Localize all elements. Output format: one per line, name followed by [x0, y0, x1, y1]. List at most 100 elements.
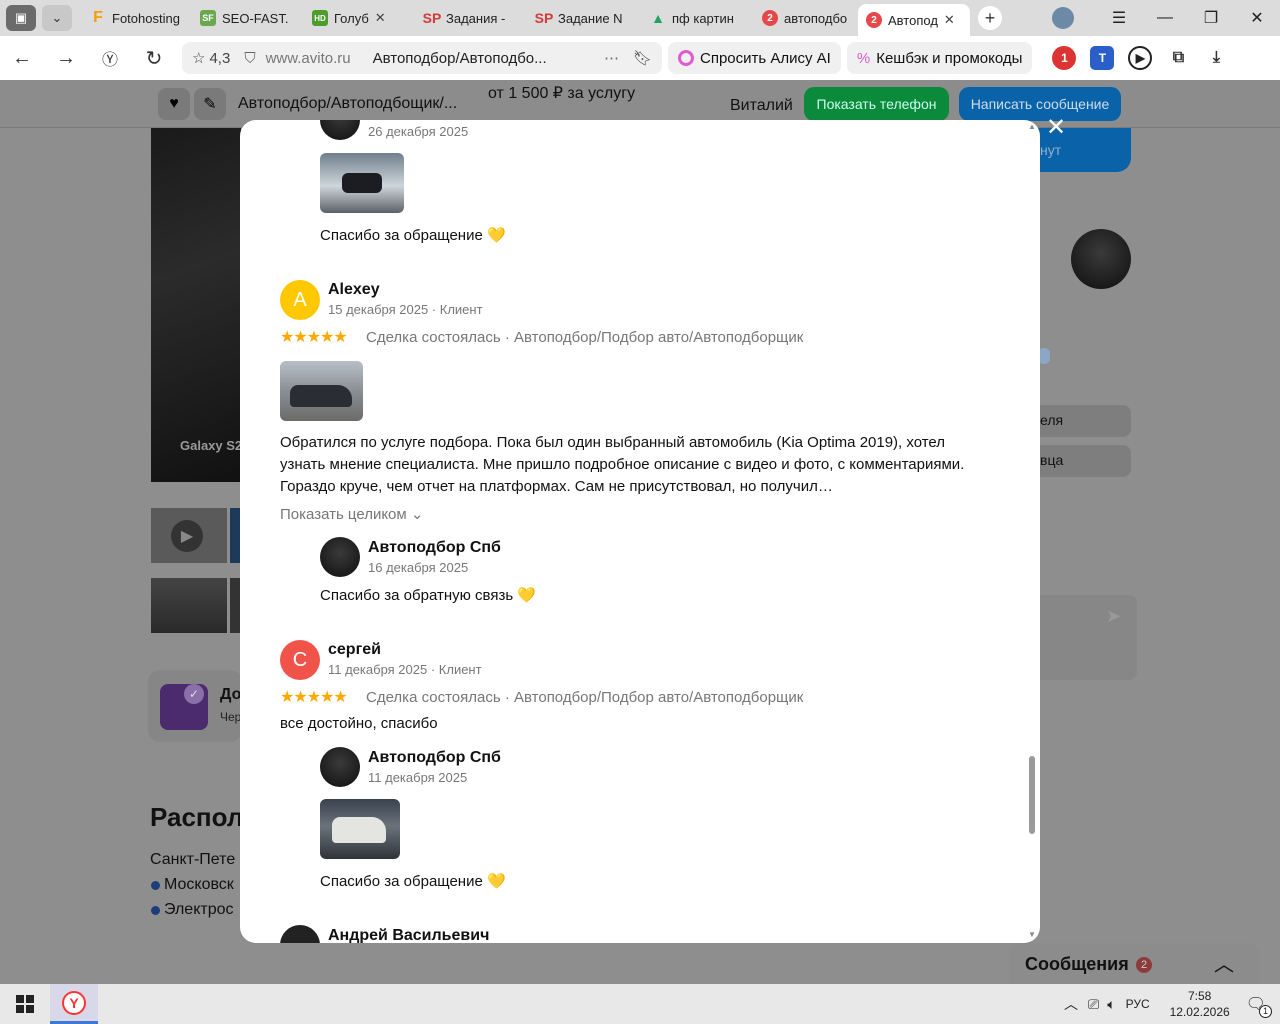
chevron-up-icon[interactable]: ︿ [1214, 948, 1234, 977]
more-icon[interactable]: ⋯ [604, 49, 619, 67]
scrollbar-thumb[interactable] [1029, 756, 1035, 834]
main-photo[interactable] [151, 128, 241, 482]
tab-7-close-icon[interactable]: ✕ [944, 12, 955, 28]
gdrive-icon: ▲ [651, 10, 665, 26]
close-icon[interactable]: ✕ [1046, 116, 1066, 140]
url-field[interactable]: ☆ 4,3 ⛉ www.avito.ru Автоподбор/Автоподб… [182, 42, 662, 74]
location-heading: Распол [150, 802, 244, 832]
bookmark-icon[interactable]: 🔖︎ [633, 49, 652, 67]
new-tab-icon[interactable]: + [978, 6, 1002, 30]
forward-icon[interactable]: → [44, 47, 88, 70]
tab-4[interactable]: SP Задание N [528, 3, 642, 33]
review-date: 11 декабря 2025 · Клиент [328, 662, 482, 677]
note-button[interactable]: ✎ [194, 88, 226, 120]
thumbnail-3[interactable] [151, 578, 227, 633]
notifications-icon[interactable]: 🗨︎ 1 [1246, 994, 1272, 1018]
profile-avatar-icon[interactable] [1052, 7, 1074, 29]
menu-icon[interactable]: ☰ [1096, 8, 1142, 28]
reply-author: Автоподбор Спб [368, 749, 501, 766]
favorite-heart-button[interactable]: ♥ [158, 88, 190, 120]
close-window-icon[interactable]: ✕ [1234, 8, 1280, 28]
reply-avatar [320, 537, 360, 577]
send-icon[interactable]: ➤ [1106, 606, 1121, 627]
reply-date: 26 декабря 2025 [368, 124, 469, 139]
tab-0[interactable]: F Fotohosting [82, 3, 192, 33]
scrollbar-down-arrow[interactable]: ▼ [1028, 930, 1036, 939]
seller-avatar[interactable] [1071, 229, 1131, 289]
tab-3-favicon: SP [422, 10, 442, 26]
deal-info: Сделка состоялась · Автоподбор/Подбор ав… [366, 689, 804, 706]
rating-star-icon: ☆ [192, 50, 206, 67]
tab-2-close-icon[interactable]: ✕ [375, 10, 386, 26]
documents-title: До [220, 686, 242, 703]
review-photo-car[interactable] [280, 361, 363, 421]
browser-tab-bar: ▣ ⌄ F Fotohosting SF SEO-FAST. HD Голуб ✕ SP… [0, 0, 1280, 36]
alice-button[interactable]: Спросить Алису AI [668, 42, 841, 74]
verified-check-icon: ✓ [184, 684, 204, 704]
tabs-list-chevron-icon[interactable]: ⌄ [42, 5, 72, 31]
reviewer-name: Alexey [328, 281, 380, 298]
tab-4-favicon: SP [534, 10, 554, 26]
tab-1-favicon: SF [200, 10, 216, 26]
address-bar-row: ← → Ⓨ ↻ ☆ 4,3 ⛉ www.avito.ru Автоподбор/… [0, 36, 1280, 80]
reply-text: Спасибо за обратную связь 💛 [320, 587, 536, 604]
chevron-up-icon[interactable]: ︿ [1064, 994, 1078, 1014]
tab-3[interactable]: SP Задания - [416, 3, 528, 33]
network-icon[interactable]: ⎚ [1088, 996, 1099, 1013]
thumbnail-video[interactable]: ▶ [151, 508, 227, 563]
rating-stars: ★★★★★ [280, 689, 348, 706]
tab-2[interactable]: HD Голуб ✕ [304, 3, 416, 33]
tab-6[interactable]: 2 автоподбо [754, 3, 858, 33]
tab-7-active[interactable]: 2 Автопод ✕ [858, 4, 970, 36]
language-indicator[interactable]: РУС [1126, 997, 1150, 1011]
reply-photo-car[interactable] [320, 799, 400, 859]
documents-sub: Чер [220, 710, 242, 724]
side-button-2-label: вца [1040, 452, 1064, 468]
reviewer-name: сергей [328, 641, 381, 658]
write-message-button[interactable]: Написать сообщение [959, 87, 1121, 121]
reply-avatar [320, 120, 360, 140]
review-text: все достойно, спасибо [280, 715, 438, 732]
listing-price: от 1 500 ₽ за услугу [488, 85, 636, 102]
sidebar-toggle-icon[interactable]: ▣ [6, 5, 36, 31]
cashback-button[interactable]: % Кешбэк и промокоды [846, 42, 1033, 74]
alice-icon [678, 50, 694, 66]
restore-icon[interactable]: ❐ [1188, 8, 1234, 28]
minimize-icon[interactable]: — [1142, 9, 1188, 27]
reply-date: 16 декабря 2025 [368, 560, 469, 575]
messages-count-badge: 2 [1136, 957, 1152, 973]
city-text: Санкт-Пете [150, 851, 236, 868]
metro-2: Электрос [164, 901, 234, 918]
back-icon[interactable]: ← [0, 47, 44, 70]
rating-stars: ★★★★★ [280, 329, 348, 346]
reply-date: 11 декабря 2025 [368, 770, 468, 785]
yandex-icon[interactable]: Ⓨ [88, 46, 132, 70]
reply-text: Спасибо за обращение 💛 [320, 873, 506, 890]
extension-shield-icon[interactable]: 1 [1052, 46, 1077, 70]
volume-icon[interactable]: 🔈︎ [1107, 996, 1115, 1013]
seller-name[interactable]: Виталий [730, 97, 793, 115]
download-icon[interactable]: ⤓ [1204, 46, 1229, 70]
clock[interactable]: 7:58 12.02.2026 [1170, 988, 1230, 1020]
reviewer-avatar: С [280, 640, 320, 680]
extension-play-icon[interactable]: ▶ [1128, 46, 1153, 70]
shield-icon: ⛉ [244, 49, 256, 67]
extensions-icon[interactable]: ⧉ [1166, 46, 1191, 70]
reload-icon[interactable]: ↻ [132, 46, 176, 71]
review-date: 15 декабря 2025 · Клиент [328, 302, 483, 317]
reply-author: Автоподбор Спб [368, 539, 501, 556]
scrollbar-up-arrow[interactable]: ▲ [1028, 122, 1036, 131]
tab-5[interactable]: ▲ пф картин [642, 3, 754, 33]
extension-t-icon[interactable]: T [1090, 46, 1115, 70]
show-more-link[interactable]: Показать целиком ⌄ [280, 505, 423, 523]
tab-1[interactable]: SF SEO-FAST. [192, 3, 304, 33]
reply-photo-car[interactable] [320, 153, 404, 213]
windows-start-icon[interactable] [0, 995, 50, 1013]
reviews-modal: 26 декабря 2025 Спасибо за обращение 💛 A… [240, 120, 1040, 943]
review-text: Обратился по услуге подбора. Пока был од… [280, 434, 965, 495]
blue-card-text: нут [1040, 142, 1062, 158]
notification-count: 1 [1259, 1005, 1272, 1018]
show-phone-button[interactable]: Показать телефон [804, 87, 949, 121]
tab-2-favicon: HD [312, 10, 328, 26]
yandex-browser-taskbar-icon[interactable]: Y [50, 984, 98, 1024]
